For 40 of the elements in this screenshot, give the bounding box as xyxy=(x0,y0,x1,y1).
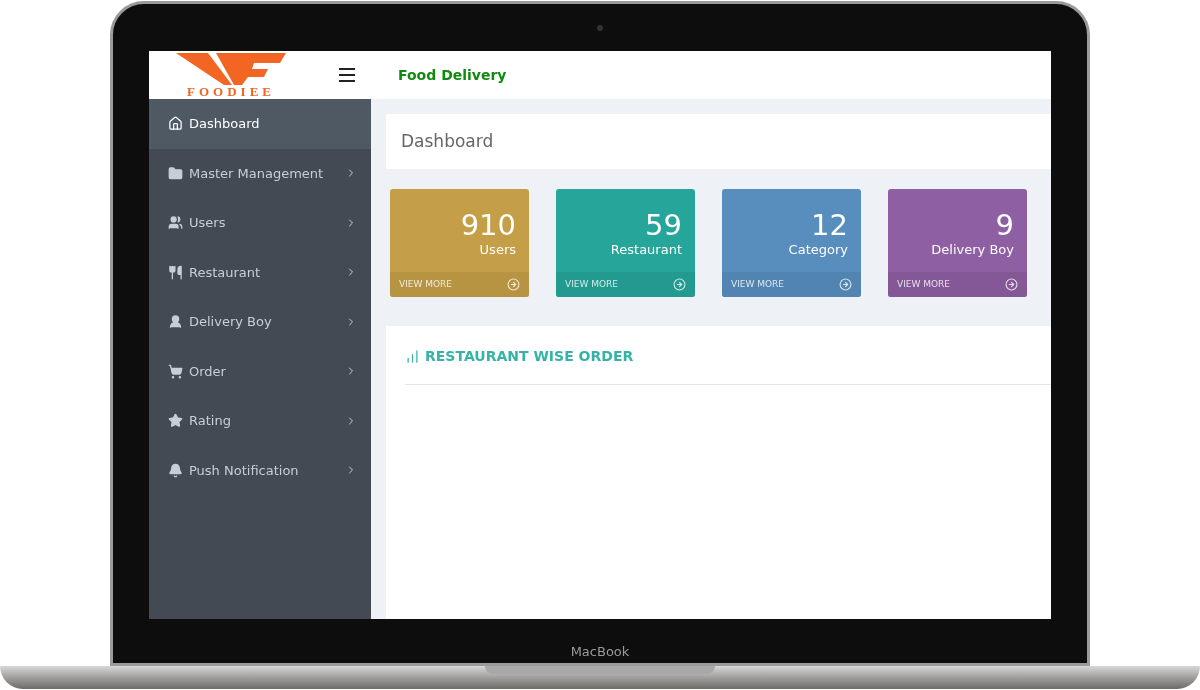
cutlery-icon xyxy=(168,264,183,280)
sidebar-item[interactable]: Rating xyxy=(149,396,371,446)
arrow-circle-icon xyxy=(839,278,852,291)
folder-icon xyxy=(168,165,183,181)
stat-label: Delivery Boy xyxy=(931,241,1014,259)
arrow-circle-icon xyxy=(673,278,686,291)
cart-icon xyxy=(168,363,183,379)
bell-icon xyxy=(168,462,183,478)
logo-mark-icon xyxy=(176,52,286,85)
bar-chart-icon xyxy=(405,349,420,364)
logo-text: FOODIEE xyxy=(187,84,275,98)
home-icon xyxy=(168,116,183,132)
person-icon xyxy=(168,314,183,330)
camera-icon xyxy=(597,24,603,31)
sidebar-item[interactable]: Master Management xyxy=(149,148,371,198)
sidebar-item[interactable]: Dashboard xyxy=(149,99,371,149)
stat-label: Restaurant xyxy=(610,241,682,259)
users-icon xyxy=(168,215,183,231)
stat-label: Category xyxy=(788,241,848,259)
stat-value: 59 xyxy=(645,209,682,241)
stat-value: 910 xyxy=(460,209,516,241)
sidebar-item[interactable]: Push Notification xyxy=(149,445,371,495)
sidebar-item[interactable]: Delivery Boy xyxy=(149,297,371,347)
stat-value: 9 xyxy=(995,209,1014,241)
app-title: Food Delivery xyxy=(398,65,507,85)
view-more-link[interactable]: VIEW MORE xyxy=(722,272,861,297)
stat-label: Users xyxy=(479,241,516,259)
device-label: MacBook xyxy=(570,642,630,661)
page-title: Dashboard xyxy=(401,129,494,153)
sidebar-item[interactable]: Order xyxy=(149,346,371,396)
arrow-circle-icon xyxy=(1005,278,1018,291)
sidebar-item[interactable]: Users xyxy=(149,198,371,248)
star-icon xyxy=(168,413,183,429)
menu-icon[interactable] xyxy=(339,68,355,82)
view-more-link[interactable]: VIEW MORE xyxy=(556,272,695,297)
arrow-circle-icon xyxy=(507,278,520,291)
chart-title: RESTAURANT WISE ORDER xyxy=(425,347,634,366)
sidebar-item[interactable]: Restaurant xyxy=(149,247,371,297)
stat-value: 12 xyxy=(811,209,848,241)
view-more-link[interactable]: VIEW MORE xyxy=(888,272,1027,297)
